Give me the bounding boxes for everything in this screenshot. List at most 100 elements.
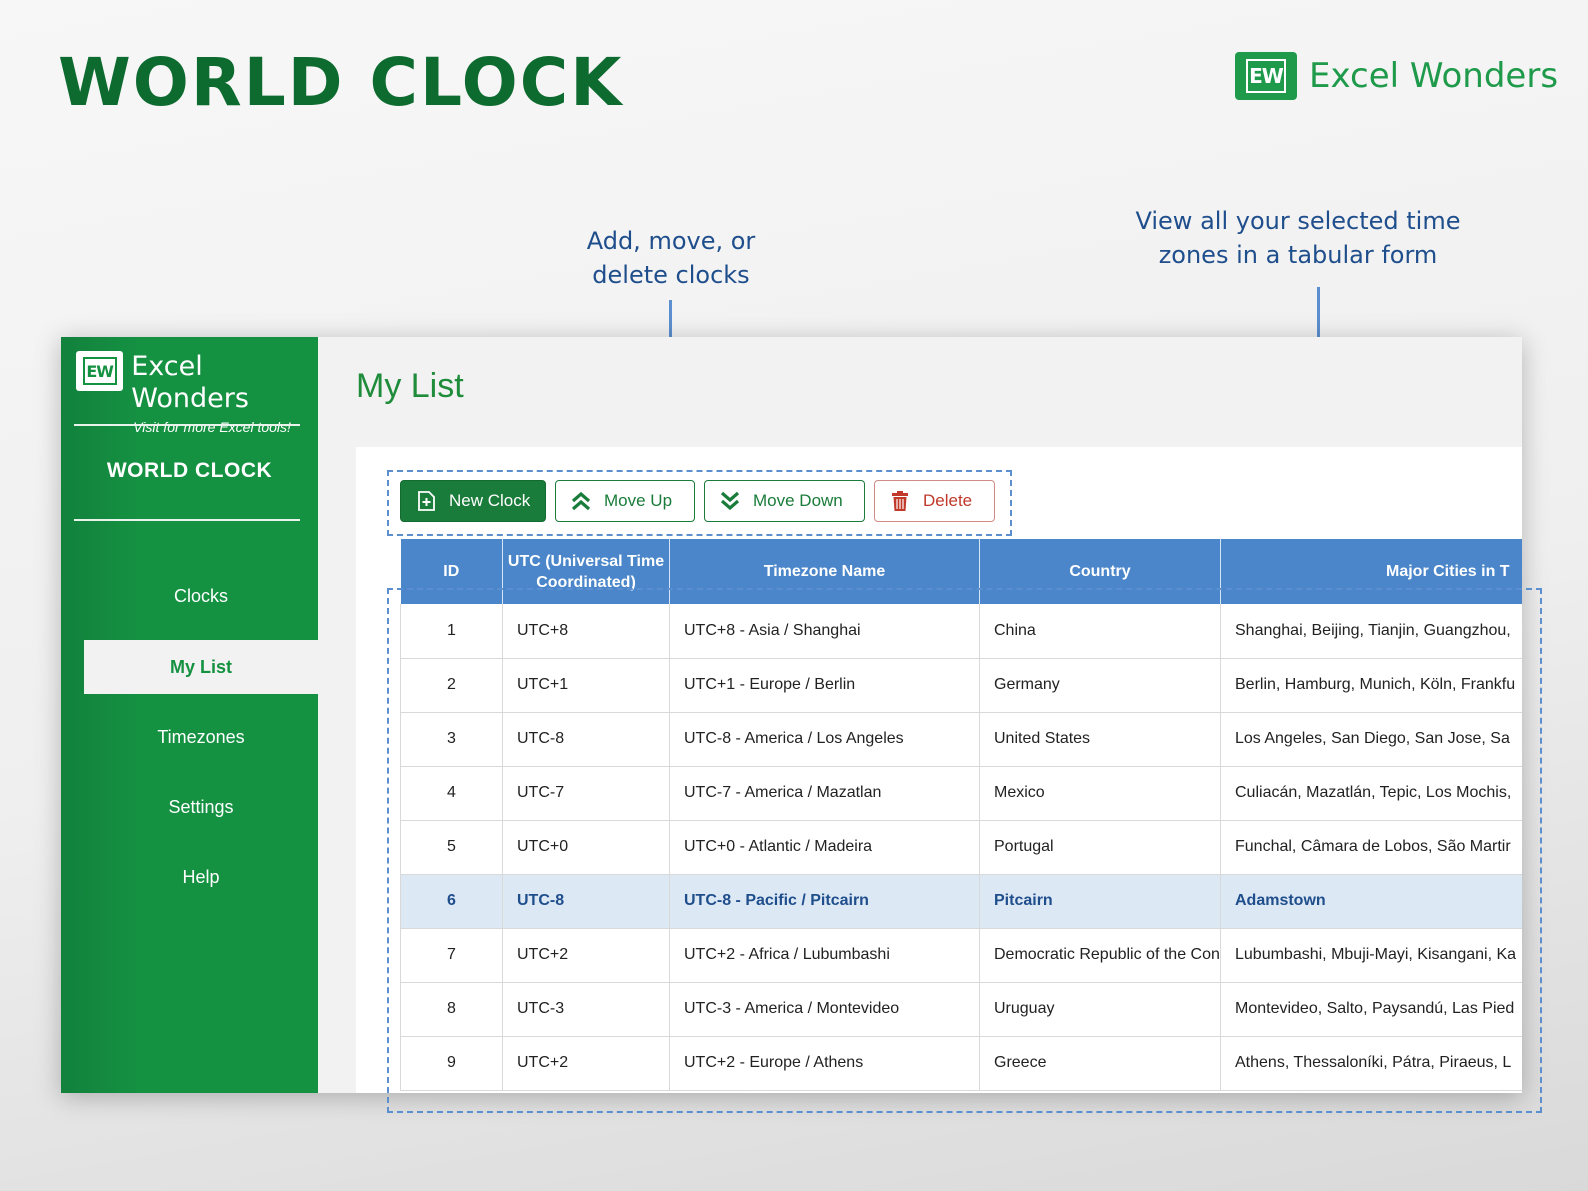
sidebar-brand[interactable]: EW Excel Wonders Visit for more Excel to… bbox=[76, 351, 318, 435]
cell-id: 4 bbox=[400, 766, 503, 821]
table-row[interactable]: 1 UTC+8 UTC+8 - Asia / Shanghai China Sh… bbox=[400, 604, 1522, 659]
cell-country: Pitcairn bbox=[979, 874, 1221, 929]
page-title: WORLD CLOCK bbox=[58, 44, 624, 121]
sidebar-item-label: Settings bbox=[168, 796, 234, 817]
sidebar-item-clocks[interactable]: Clocks bbox=[84, 569, 318, 623]
sidebar-item-timezones[interactable]: Timezones bbox=[84, 710, 318, 764]
cell-timezone-name: UTC+1 - Europe / Berlin bbox=[669, 658, 980, 713]
cell-timezone-name: UTC+2 - Europe / Athens bbox=[669, 1036, 980, 1091]
sidebar-logo-mark: EW bbox=[82, 357, 117, 385]
cell-utc: UTC+0 bbox=[502, 820, 670, 875]
app-window: EW Excel Wonders Visit for more Excel to… bbox=[61, 337, 1522, 1093]
sidebar-divider bbox=[74, 519, 300, 521]
cell-utc: UTC+2 bbox=[502, 928, 670, 983]
toolbar-callout-line2: delete clocks bbox=[592, 261, 750, 289]
table-row[interactable]: 8 UTC-3 UTC-3 - America / Montevideo Uru… bbox=[400, 982, 1522, 1037]
sidebar-item-label: Clocks bbox=[173, 585, 228, 606]
move-down-label: Move Down bbox=[753, 491, 843, 510]
delete-label: Delete bbox=[923, 491, 973, 510]
cell-id: 6 bbox=[400, 874, 503, 929]
move-up-button[interactable]: Move Up bbox=[555, 480, 695, 522]
sidebar-app-title: WORLD CLOCK bbox=[106, 459, 273, 482]
cell-utc: UTC-3 bbox=[502, 982, 670, 1037]
excel-wonders-logo-icon: EW bbox=[1235, 52, 1297, 100]
sidebar-logo-icon: EW bbox=[76, 351, 124, 391]
sidebar-divider bbox=[74, 424, 300, 426]
cell-id: 8 bbox=[400, 982, 503, 1037]
toolbar: New Clock Move Up Move Down Delete bbox=[400, 480, 1004, 522]
table-callout-line1: View all your selected time bbox=[1135, 207, 1461, 235]
cell-country: Germany bbox=[979, 658, 1221, 713]
table-row[interactable]: 7 UTC+2 UTC+2 - Africa / Lubumbashi Demo… bbox=[400, 928, 1522, 983]
sidebar-item-my-list[interactable]: My List bbox=[84, 640, 318, 694]
table-row[interactable]: 3 UTC-8 UTC-8 - America / Los Angeles Un… bbox=[400, 712, 1522, 767]
sidebar: EW Excel Wonders Visit for more Excel to… bbox=[61, 337, 318, 1093]
column-header-id[interactable]: ID bbox=[400, 539, 503, 604]
cell-id: 1 bbox=[400, 604, 503, 659]
cell-country: Portugal bbox=[979, 820, 1221, 875]
table-callout-line2: zones in a tabular form bbox=[1158, 241, 1438, 269]
cell-utc: UTC-8 bbox=[502, 874, 670, 929]
cell-id: 9 bbox=[400, 1036, 503, 1091]
cell-country: Greece bbox=[979, 1036, 1221, 1091]
cell-timezone-name: UTC-3 - America / Montevideo bbox=[669, 982, 980, 1037]
delete-button[interactable]: Delete bbox=[874, 480, 995, 522]
double-chevron-up-icon bbox=[571, 491, 591, 511]
cell-utc: UTC+8 bbox=[502, 604, 670, 659]
logo-mark: EW bbox=[1246, 59, 1286, 93]
sidebar-item-settings[interactable]: Settings bbox=[84, 780, 318, 834]
column-header-major-cities[interactable]: Major Cities in T bbox=[1220, 539, 1522, 604]
cell-id: 3 bbox=[400, 712, 503, 767]
double-chevron-down-icon bbox=[720, 491, 740, 511]
cell-utc: UTC-8 bbox=[502, 712, 670, 767]
cell-id: 2 bbox=[400, 658, 503, 713]
cell-id: 7 bbox=[400, 928, 503, 983]
cell-timezone-name: UTC+0 - Atlantic / Madeira bbox=[669, 820, 980, 875]
cell-major-cities: Culiacán, Mazatlán, Tepic, Los Mochis, bbox=[1220, 766, 1522, 821]
cell-major-cities: Athens, Thessaloníki, Pátra, Piraeus, L bbox=[1220, 1036, 1522, 1091]
sidebar-item-label: Timezones bbox=[157, 726, 245, 747]
column-header-country[interactable]: Country bbox=[979, 539, 1221, 604]
cell-major-cities: Los Angeles, San Diego, San Jose, Sa bbox=[1220, 712, 1522, 767]
cell-country: Democratic Republic of the Con bbox=[979, 928, 1221, 983]
sidebar-item-help[interactable]: Help bbox=[84, 850, 318, 904]
brand-name: Excel Wonders bbox=[1309, 56, 1559, 96]
cell-country: United States bbox=[979, 712, 1221, 767]
table-row[interactable]: 4 UTC-7 UTC-7 - America / Mazatlan Mexic… bbox=[400, 766, 1522, 821]
cell-major-cities: Adamstown bbox=[1220, 874, 1522, 929]
cell-utc: UTC+1 bbox=[502, 658, 670, 713]
cell-utc: UTC-7 bbox=[502, 766, 670, 821]
new-clock-button[interactable]: New Clock bbox=[400, 480, 546, 522]
cell-country: Mexico bbox=[979, 766, 1221, 821]
table-row[interactable]: 2 UTC+1 UTC+1 - Europe / Berlin Germany … bbox=[400, 658, 1522, 713]
table-row[interactable]: 5 UTC+0 UTC+0 - Atlantic / Madeira Portu… bbox=[400, 820, 1522, 875]
new-clock-label: New Clock bbox=[449, 491, 531, 510]
trash-icon bbox=[892, 491, 908, 511]
table-row-selected[interactable]: 6 UTC-8 UTC-8 - Pacific / Pitcairn Pitca… bbox=[400, 874, 1522, 929]
cell-timezone-name: UTC-7 - America / Mazatlan bbox=[669, 766, 980, 821]
toolbar-callout: Add, move, or delete clocks bbox=[560, 224, 782, 292]
sidebar-item-label: Help bbox=[182, 866, 220, 887]
toolbar-callout-line1: Add, move, or bbox=[586, 227, 756, 255]
my-list-table: ID UTC (Universal Time Coordinated) Time… bbox=[400, 539, 1522, 1093]
cell-timezone-name: UTC-8 - America / Los Angeles bbox=[669, 712, 980, 767]
table-row[interactable]: 9 UTC+2 UTC+2 - Europe / Athens Greece A… bbox=[400, 1036, 1522, 1091]
main-title: My List bbox=[356, 367, 464, 405]
cell-major-cities: Montevideo, Salto, Paysandú, Las Pied bbox=[1220, 982, 1522, 1037]
sidebar-item-label: My List bbox=[169, 656, 232, 677]
cell-timezone-name: UTC+8 - Asia / Shanghai bbox=[669, 604, 980, 659]
cell-major-cities: Shanghai, Beijing, Tianjin, Guangzhou, bbox=[1220, 604, 1522, 659]
cell-country: Uruguay bbox=[979, 982, 1221, 1037]
cell-timezone-name: UTC-8 - Pacific / Pitcairn bbox=[669, 874, 980, 929]
column-header-utc[interactable]: UTC (Universal Time Coordinated) bbox=[502, 539, 670, 604]
cell-country: China bbox=[979, 604, 1221, 659]
cell-major-cities: Lubumbashi, Mbuji-Mayi, Kisangani, Ka bbox=[1220, 928, 1522, 983]
sidebar-brand-tagline: Visit for more Excel tools! bbox=[133, 419, 291, 435]
move-up-label: Move Up bbox=[604, 491, 673, 510]
table-header-row: ID UTC (Universal Time Coordinated) Time… bbox=[400, 539, 1522, 604]
column-header-timezone-name[interactable]: Timezone Name bbox=[669, 539, 980, 604]
move-down-button[interactable]: Move Down bbox=[704, 480, 865, 522]
brand-logo[interactable]: EW Excel Wonders bbox=[1235, 52, 1558, 100]
cell-timezone-name: UTC+2 - Africa / Lubumbashi bbox=[669, 928, 980, 983]
cell-major-cities: Berlin, Hamburg, Munich, Köln, Frankfu bbox=[1220, 658, 1522, 713]
